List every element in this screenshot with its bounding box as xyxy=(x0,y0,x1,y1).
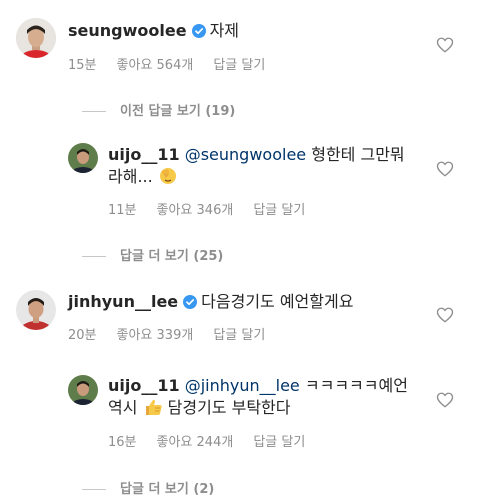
comment-author[interactable]: jinhyun__lee 다음경기도 예언할게요 xyxy=(68,291,353,313)
reply-body: uijo__11 @seungwoolee 형한테 그만뭐 라해... xyxy=(108,144,428,192)
reply-text-cont: 라해... xyxy=(108,167,153,186)
reply-text: 형한테 그만뭐 xyxy=(311,145,405,164)
username[interactable]: seungwoolee xyxy=(68,21,187,40)
reply-text-cont: 역시 xyxy=(108,398,138,417)
divider xyxy=(82,256,106,257)
timestamp: 11분 xyxy=(108,203,137,218)
likes-count[interactable]: 좋아요 346개 xyxy=(157,203,234,218)
timestamp: 15분 xyxy=(68,58,97,73)
view-previous-replies-label: 이전 답글 보기 (19) xyxy=(120,104,236,119)
reply-meta: 11분 좋아요 346개 답글 달기 xyxy=(108,199,325,218)
likes-count[interactable]: 좋아요 564개 xyxy=(117,58,194,73)
like-heart-icon[interactable] xyxy=(436,36,454,58)
reply-button[interactable]: 답글 달기 xyxy=(213,328,265,343)
comment-text: 다음경기도 예언할게요 xyxy=(201,292,354,311)
like-heart-icon[interactable] xyxy=(436,160,454,182)
likes-count[interactable]: 좋아요 244개 xyxy=(157,435,234,450)
reply-text: ㅋㅋㅋㅋㅋ예언 xyxy=(304,376,408,395)
username[interactable]: uijo__11 xyxy=(108,145,180,164)
avatar-uijo__11[interactable] xyxy=(68,375,98,405)
timestamp: 16분 xyxy=(108,435,137,450)
divider xyxy=(82,111,106,112)
avatar-jinhyun__lee[interactable] xyxy=(16,290,56,330)
facepalm-emoji-icon xyxy=(158,166,178,192)
divider xyxy=(82,489,106,490)
comment-meta: 15분 좋아요 564개 답글 달기 xyxy=(68,54,285,73)
view-more-replies-label: 답글 더 보기 (2) xyxy=(120,482,215,497)
reply-body: uijo__11 @jinhyun__lee ㅋㅋㅋㅋㅋ예언 역시 담경기도 부… xyxy=(108,375,428,423)
username[interactable]: uijo__11 xyxy=(108,376,180,395)
view-previous-replies[interactable]: 이전 답글 보기 (19) xyxy=(82,100,235,119)
reply-button[interactable]: 답글 달기 xyxy=(253,203,305,218)
comment-meta: 20분 좋아요 339개 답글 달기 xyxy=(68,324,285,343)
like-heart-icon[interactable] xyxy=(436,306,454,328)
view-more-replies-label: 답글 더 보기 (25) xyxy=(120,249,224,264)
view-more-replies[interactable]: 답글 더 보기 (2) xyxy=(82,478,214,497)
like-heart-icon[interactable] xyxy=(436,391,454,413)
username[interactable]: jinhyun__lee xyxy=(68,292,178,311)
view-more-replies[interactable]: 답글 더 보기 (25) xyxy=(82,245,223,264)
likes-count[interactable]: 좋아요 339개 xyxy=(117,328,194,343)
avatar-uijo__11[interactable] xyxy=(68,143,98,173)
reply-meta: 16분 좋아요 244개 답글 달기 xyxy=(108,431,325,450)
mention-link[interactable]: @seungwoolee xyxy=(185,145,306,164)
avatar-seungwoolee[interactable] xyxy=(16,18,56,58)
thumbs-up-emoji-icon xyxy=(143,397,163,423)
reply-button[interactable]: 답글 달기 xyxy=(213,58,265,73)
verified-badge-icon xyxy=(191,23,206,42)
reply-button[interactable]: 답글 달기 xyxy=(253,435,305,450)
mention-link[interactable]: @jinhyun__lee xyxy=(185,376,300,395)
verified-badge-icon xyxy=(183,294,198,313)
comment-text: 자제 xyxy=(209,21,240,40)
reply-text-end: 담경기도 부탁한다 xyxy=(167,398,291,417)
timestamp: 20분 xyxy=(68,328,97,343)
comment-author[interactable]: seungwoolee 자제 xyxy=(68,20,239,42)
